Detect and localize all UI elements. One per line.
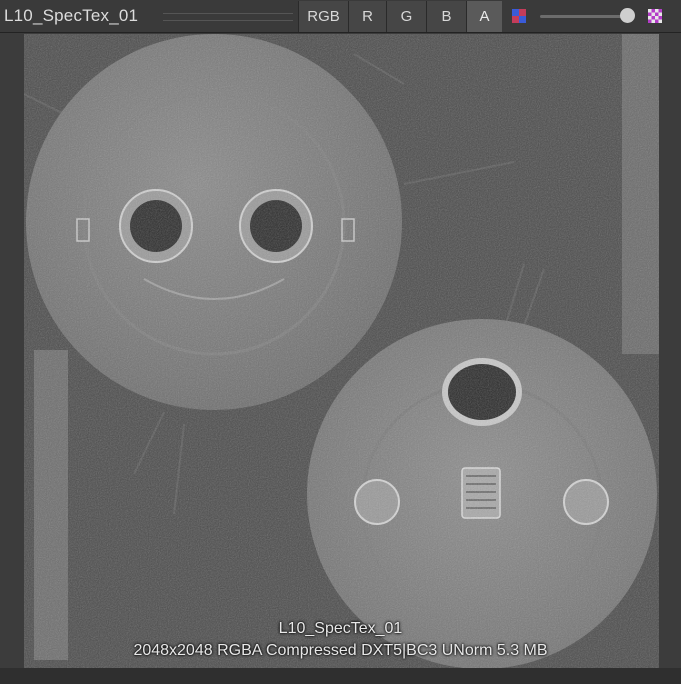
channel-r-button[interactable]: R xyxy=(348,1,386,32)
color-swatch-icon[interactable] xyxy=(512,9,526,23)
texture-preview xyxy=(24,34,659,668)
texture-details-label: 2048x2048 RGBA Compressed DXT5|BC3 UNorm… xyxy=(133,642,548,659)
mip-slider-thumb[interactable] xyxy=(620,8,635,23)
channel-b-button[interactable]: B xyxy=(426,1,466,32)
alpha-checker-icon[interactable] xyxy=(648,9,662,23)
preview-toolbar: L10_SpecTex_01 RGB R G B A xyxy=(0,0,681,33)
bottom-bar xyxy=(0,668,681,684)
channel-g-button[interactable]: G xyxy=(386,1,426,32)
toolbar-grip xyxy=(163,13,293,21)
texture-name-label: L10_SpecTex_01 xyxy=(278,620,403,637)
texture-title: L10_SpecTex_01 xyxy=(4,6,139,25)
texture-image xyxy=(24,34,659,668)
channel-a-button[interactable]: A xyxy=(466,1,502,32)
mip-slider-track[interactable] xyxy=(540,15,628,18)
channel-rgb-button[interactable]: RGB xyxy=(298,1,348,32)
